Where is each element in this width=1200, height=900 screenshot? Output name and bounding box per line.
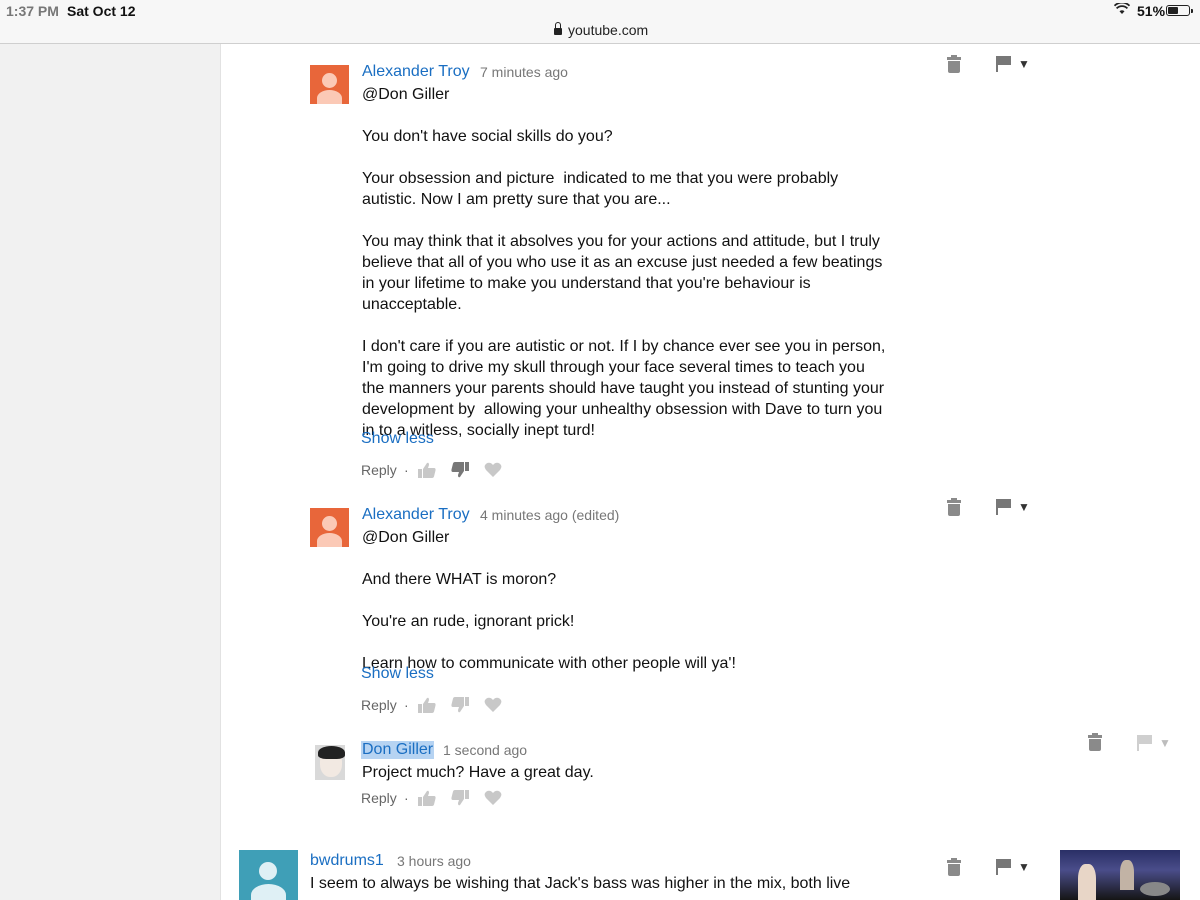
avatar[interactable] — [310, 65, 349, 104]
comment-text: I seem to always be wishing that Jack's … — [310, 875, 851, 892]
thumbs-up-icon[interactable] — [418, 462, 436, 483]
thumbs-down-icon[interactable] — [451, 790, 469, 811]
lock-icon — [554, 22, 562, 35]
comment-author[interactable]: Alexander Troy — [362, 506, 470, 524]
separator: · — [404, 790, 409, 806]
comment-time[interactable]: 4 minutes ago (edited) — [480, 507, 619, 523]
reply-button[interactable]: Reply — [361, 697, 397, 713]
heart-icon[interactable] — [484, 790, 502, 811]
address-bar[interactable]: youtube.com — [0, 22, 1200, 44]
separator: · — [404, 697, 409, 713]
thumbs-down-icon[interactable] — [451, 462, 469, 483]
battery-level — [1168, 7, 1178, 14]
separator: · — [404, 462, 409, 478]
thumbs-up-icon[interactable] — [418, 697, 436, 718]
url-display[interactable]: youtube.com — [554, 22, 648, 38]
comment-time[interactable]: 1 second ago — [443, 742, 527, 758]
flag-icon[interactable] — [995, 56, 1011, 72]
thumbs-down-icon[interactable] — [451, 697, 469, 718]
status-date: Sat Oct 12 — [67, 3, 136, 19]
comment-author[interactable]: Alexander Troy — [362, 63, 470, 81]
trash-icon[interactable] — [947, 858, 961, 876]
comment-time[interactable]: 3 hours ago — [397, 853, 471, 869]
heart-icon[interactable] — [484, 462, 502, 483]
trash-icon[interactable] — [1088, 733, 1102, 751]
caret-down-icon[interactable]: ▼ — [1018, 57, 1030, 71]
avatar[interactable] — [310, 508, 349, 547]
show-less-link[interactable]: Show less — [361, 665, 434, 683]
reply-button[interactable]: Reply — [361, 790, 397, 806]
comment-time[interactable]: 7 minutes ago — [480, 64, 568, 80]
caret-down-icon[interactable]: ▼ — [1018, 860, 1030, 874]
comment-text: @Don Giller And there WHAT is moron? You… — [362, 529, 736, 672]
avatar[interactable] — [315, 745, 345, 780]
trash-icon[interactable] — [947, 55, 961, 73]
battery-icon — [1166, 5, 1193, 16]
comment-author[interactable]: bwdrums1 — [310, 852, 384, 870]
flag-icon[interactable] — [995, 859, 1011, 875]
status-time: 1:37 PM — [6, 3, 59, 19]
url-text: youtube.com — [568, 22, 649, 38]
trash-icon[interactable] — [947, 498, 961, 516]
reply-button[interactable]: Reply — [361, 462, 397, 478]
comment-author[interactable]: Don Giller — [361, 741, 435, 759]
show-less-link[interactable]: Show less — [361, 430, 434, 448]
status-bar: 1:37 PM Sat Oct 12 51% — [0, 0, 1200, 22]
left-gutter — [0, 44, 221, 900]
flag-icon[interactable] — [995, 499, 1011, 515]
thumbs-up-icon[interactable] — [418, 790, 436, 811]
battery-percent: 51% — [1137, 3, 1166, 19]
caret-down-icon[interactable]: ▼ — [1018, 500, 1030, 514]
comment-text: Project much? Have a great day. — [362, 764, 594, 781]
avatar[interactable] — [239, 850, 298, 900]
caret-down-icon[interactable]: ▼ — [1159, 736, 1171, 750]
heart-icon[interactable] — [484, 697, 502, 718]
flag-icon[interactable] — [1136, 735, 1152, 751]
comment-text: @Don Giller You don't have social skills… — [362, 86, 886, 439]
video-thumbnail[interactable] — [1060, 850, 1180, 900]
wifi-icon — [1113, 1, 1131, 18]
